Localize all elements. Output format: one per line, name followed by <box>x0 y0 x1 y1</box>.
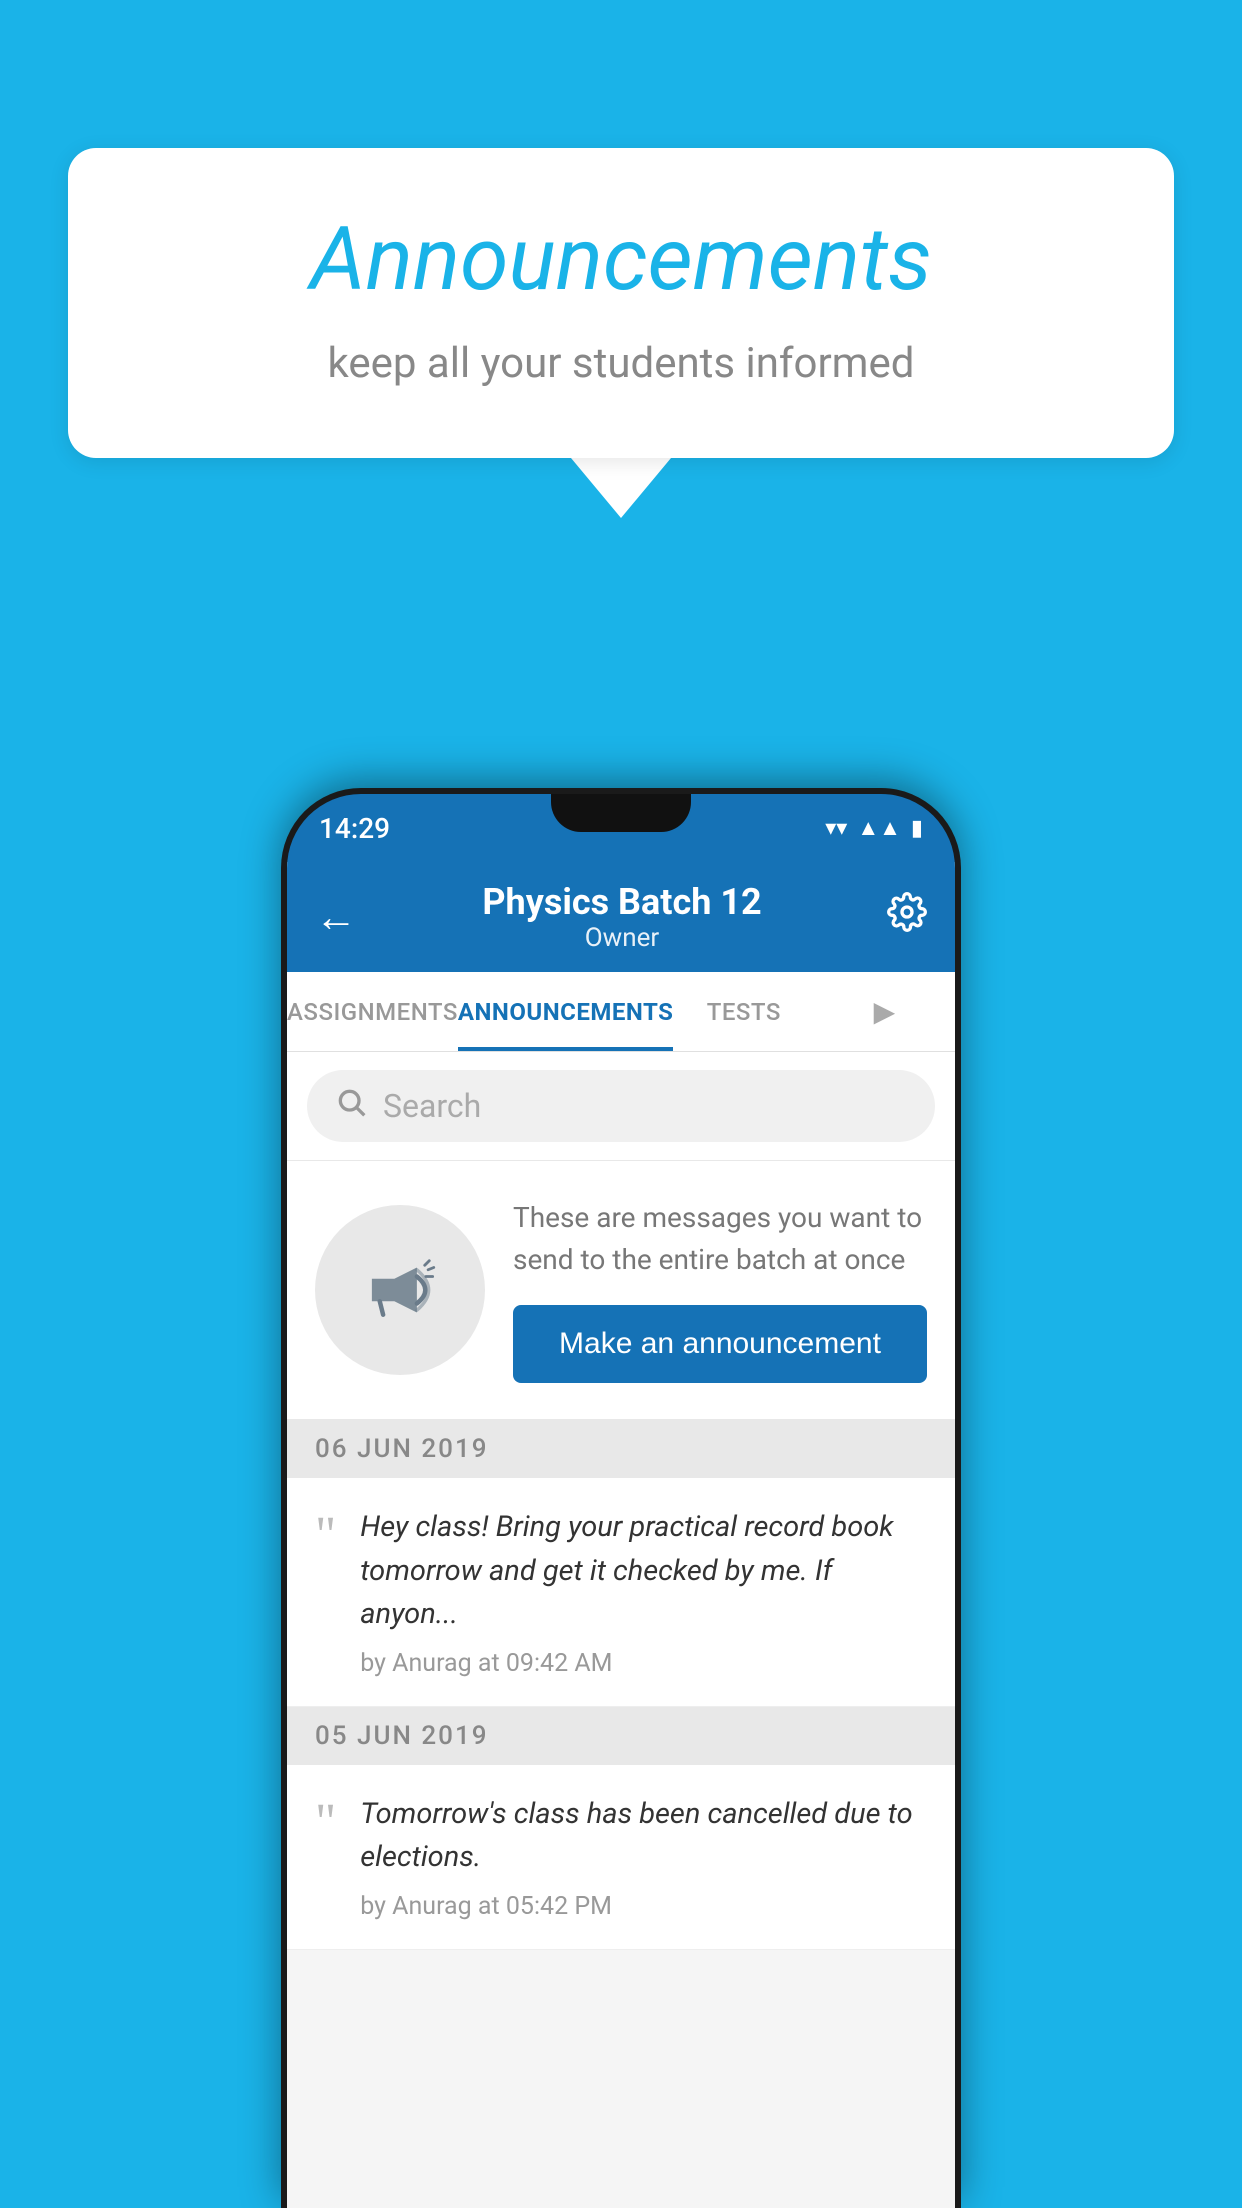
date-label-1: 06 JUN 2019 <box>315 1434 489 1464</box>
speech-bubble-section: Announcements keep all your students inf… <box>68 148 1174 518</box>
promo-right: These are messages you want to send to t… <box>513 1197 927 1383</box>
bubble-arrow <box>571 458 671 518</box>
promo-icon-circle <box>315 1205 485 1375</box>
announcement-meta-2: by Anurag at 05:42 PM <box>360 1892 927 1921</box>
search-icon <box>335 1086 367 1127</box>
bubble-subtitle: keep all your students informed <box>148 339 1094 388</box>
app-bar-title: Physics Batch 12 <box>357 881 887 923</box>
tab-more[interactable]: ▶ <box>814 972 955 1051</box>
app-bar-title-group: Physics Batch 12 Owner <box>357 881 887 953</box>
quote-icon-1: " <box>315 1510 336 1562</box>
megaphone-icon <box>355 1245 445 1335</box>
quote-icon-2: " <box>315 1797 336 1849</box>
announcement-content-2: Tomorrow's class has been cancelled due … <box>360 1793 927 1921</box>
settings-button[interactable] <box>887 892 927 942</box>
status-bar: 14:29 ▾▾ ▲▲ ▮ <box>287 794 955 862</box>
date-separator-1: 06 JUN 2019 <box>287 1420 955 1478</box>
announcement-text-2: Tomorrow's class has been cancelled due … <box>360 1793 927 1880</box>
promo-card: These are messages you want to send to t… <box>287 1161 955 1420</box>
announcement-content-1: Hey class! Bring your practical record b… <box>360 1506 927 1678</box>
tab-tests[interactable]: TESTS <box>673 972 814 1051</box>
notch <box>551 794 691 832</box>
phone-inner: 14:29 ▾▾ ▲▲ ▮ ← Physics Batch 12 Owner <box>287 794 955 2208</box>
signal-icon: ▲▲ <box>857 815 901 841</box>
status-time: 14:29 <box>319 812 390 845</box>
search-container: Search <box>287 1052 955 1161</box>
announcement-text-1: Hey class! Bring your practical record b… <box>360 1506 927 1637</box>
make-announcement-button[interactable]: Make an announcement <box>513 1305 927 1383</box>
tab-assignments[interactable]: ASSIGNMENTS <box>287 972 458 1051</box>
app-bar-subtitle: Owner <box>357 923 887 953</box>
status-icons: ▾▾ ▲▲ ▮ <box>825 815 923 841</box>
announcement-meta-1: by Anurag at 09:42 AM <box>360 1649 927 1678</box>
tab-announcements[interactable]: ANNOUNCEMENTS <box>458 972 674 1051</box>
bubble-title: Announcements <box>148 208 1094 311</box>
announcement-item-2[interactable]: " Tomorrow's class has been cancelled du… <box>287 1765 955 1950</box>
battery-icon: ▮ <box>911 816 923 841</box>
back-button[interactable]: ← <box>315 893 357 942</box>
speech-bubble-card: Announcements keep all your students inf… <box>68 148 1174 458</box>
date-label-2: 05 JUN 2019 <box>315 1721 489 1751</box>
search-bar[interactable]: Search <box>307 1070 935 1142</box>
announcement-item-1[interactable]: " Hey class! Bring your practical record… <box>287 1478 955 1707</box>
promo-description: These are messages you want to send to t… <box>513 1197 927 1281</box>
tab-bar: ASSIGNMENTS ANNOUNCEMENTS TESTS ▶ <box>287 972 955 1052</box>
app-bar: ← Physics Batch 12 Owner <box>287 862 955 972</box>
phone-screen: ← Physics Batch 12 Owner ASSIGNMENTS <box>287 862 955 2208</box>
wifi-icon: ▾▾ <box>825 816 847 841</box>
date-separator-2: 05 JUN 2019 <box>287 1707 955 1765</box>
search-placeholder: Search <box>383 1087 481 1125</box>
phone-frame: 14:29 ▾▾ ▲▲ ▮ ← Physics Batch 12 Owner <box>281 788 961 2208</box>
